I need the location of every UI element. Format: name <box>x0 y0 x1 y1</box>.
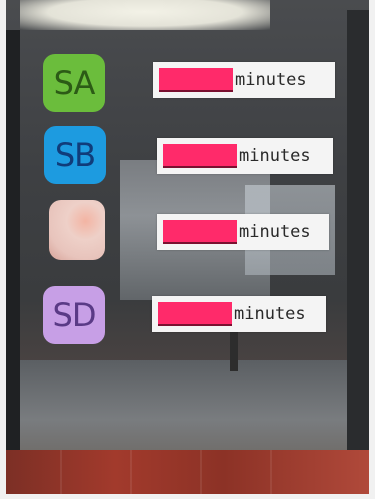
minutes-label-sa: minutes <box>153 62 335 98</box>
minutes-label-sb: minutes <box>157 138 333 174</box>
minutes-blank-sc <box>163 220 237 244</box>
badge-sd: SD <box>43 286 105 344</box>
minutes-label-sd: minutes <box>152 296 326 332</box>
photo-border-right <box>369 0 375 499</box>
minutes-blank-sb <box>163 144 237 168</box>
badge-sc-faded <box>49 200 105 260</box>
minutes-unit-sa: minutes <box>235 70 307 90</box>
photo-border-bottom <box>0 494 375 499</box>
minutes-unit-sc: minutes <box>239 222 311 242</box>
badge-sa: SA <box>43 54 105 112</box>
kickplate-stripes <box>60 450 300 494</box>
badge-sb-text: SB <box>54 136 96 174</box>
minutes-label-sc: minutes <box>157 214 329 250</box>
minutes-unit-sb: minutes <box>239 146 311 166</box>
ceiling-light <box>20 0 270 30</box>
minutes-unit-sd: minutes <box>234 304 306 324</box>
badge-sa-text: SA <box>53 64 96 102</box>
minutes-blank-sa <box>159 68 233 92</box>
minutes-blank-sd <box>158 302 232 326</box>
floor <box>20 360 350 460</box>
door-photo: SA SB SD minutes minutes minutes minutes <box>0 0 375 499</box>
door-frame-left <box>6 30 20 470</box>
badge-sd-text: SD <box>52 296 97 334</box>
door-frame-right <box>347 10 369 460</box>
badge-sb: SB <box>44 126 106 184</box>
photo-border-left <box>0 0 6 499</box>
